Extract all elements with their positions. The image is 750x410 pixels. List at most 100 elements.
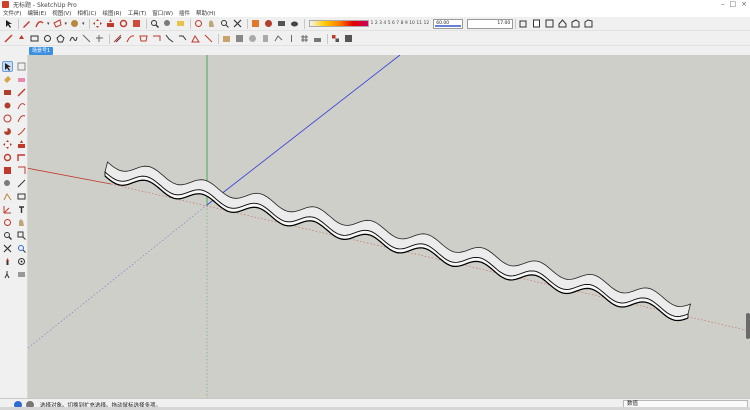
drawing-viewport[interactable] — [28, 55, 750, 398]
polygon-icon[interactable] — [55, 33, 66, 44]
scale-icon[interactable] — [151, 33, 162, 44]
pan-icon[interactable] — [16, 217, 27, 228]
pie-icon[interactable] — [2, 126, 13, 137]
axes-icon[interactable] — [2, 204, 13, 215]
pan-icon[interactable] — [206, 18, 217, 29]
zoom-icon[interactable] — [149, 18, 160, 29]
texture-icon[interactable] — [330, 33, 341, 44]
section-icon[interactable] — [81, 33, 92, 44]
menu-window[interactable]: 窗口(W) — [152, 9, 173, 17]
zoom-icon[interactable] — [2, 230, 13, 241]
zoom-window-icon[interactable] — [16, 230, 27, 241]
make-component-icon[interactable] — [16, 61, 27, 72]
left-view-icon[interactable] — [583, 18, 594, 29]
previous-view-icon[interactable] — [16, 243, 27, 254]
styles-icon[interactable] — [276, 18, 287, 29]
move-icon[interactable] — [92, 18, 103, 29]
polygon-icon[interactable] — [2, 113, 13, 124]
house-icon[interactable] — [557, 18, 568, 29]
sandbox-icon[interactable] — [273, 33, 284, 44]
value-end-field[interactable]: 17.00 — [467, 18, 514, 29]
rotate-icon[interactable] — [118, 18, 129, 29]
chevron-down-icon[interactable]: ▾ — [82, 21, 85, 27]
rectangle-tool-icon[interactable] — [2, 87, 13, 98]
orbit-icon[interactable] — [193, 18, 204, 29]
intersect-icon[interactable] — [94, 33, 105, 44]
menu-camera[interactable]: 相机(C) — [77, 9, 96, 17]
circle-icon[interactable] — [42, 33, 53, 44]
rotate-icon[interactable] — [2, 152, 13, 163]
pencil-icon[interactable] — [16, 87, 27, 98]
push-pull-icon[interactable] — [16, 139, 27, 150]
arc-2point-icon[interactable] — [16, 126, 27, 137]
side-scroll-handle[interactable] — [746, 313, 750, 339]
paint-bucket-icon[interactable] — [69, 18, 80, 29]
circle-tool-icon[interactable] — [2, 100, 13, 111]
top-view-icon[interactable] — [531, 18, 542, 29]
back-view-icon[interactable] — [570, 18, 581, 29]
stamp-icon[interactable] — [312, 33, 323, 44]
bend-icon[interactable] — [164, 33, 175, 44]
arrow-diagonal-icon[interactable] — [203, 33, 214, 44]
look-around-icon[interactable] — [16, 256, 27, 267]
move-icon[interactable] — [2, 139, 13, 150]
arc-icon[interactable] — [34, 18, 45, 29]
section-plane-icon[interactable] — [16, 269, 27, 280]
chevron-down-icon[interactable]: ▾ — [65, 21, 68, 27]
pencil-icon[interactable] — [21, 18, 32, 29]
offset-icon[interactable] — [177, 33, 188, 44]
arrow-up-icon[interactable] — [16, 33, 27, 44]
paint-bucket-icon[interactable] — [2, 74, 13, 85]
tape-measure-icon[interactable] — [162, 18, 173, 29]
chevron-down-icon[interactable]: ▾ — [47, 21, 50, 27]
arc-icon[interactable] — [16, 100, 27, 111]
text-icon[interactable] — [175, 18, 186, 29]
box-icon[interactable] — [221, 33, 232, 44]
shape-icon[interactable] — [52, 18, 63, 29]
cube-icon[interactable] — [234, 33, 245, 44]
components-icon[interactable] — [250, 18, 261, 29]
shape-outline-icon[interactable] — [138, 33, 149, 44]
zoom-extents-icon[interactable] — [232, 18, 243, 29]
pin-icon[interactable] — [286, 33, 297, 44]
menu-file[interactable]: 文件(F) — [3, 9, 21, 17]
menu-plugins[interactable]: 插件 — [179, 9, 190, 17]
offset-icon[interactable] — [16, 165, 27, 176]
menu-help[interactable]: 帮助(H) — [196, 9, 215, 17]
sphere-icon[interactable] — [247, 33, 258, 44]
3d-scene[interactable] — [28, 55, 750, 398]
freehand-icon[interactable] — [16, 113, 27, 124]
zoom-window-icon[interactable] — [219, 18, 230, 29]
orbit-icon[interactable] — [2, 217, 13, 228]
3d-text-icon[interactable] — [16, 204, 27, 215]
menu-draw[interactable]: 绘图(R) — [102, 9, 121, 17]
scene-tab-1[interactable]: 场景号1 — [29, 47, 54, 55]
line-tool-icon[interactable] — [3, 33, 14, 44]
wavy-strip-model[interactable] — [104, 161, 692, 322]
zoom-extents-icon[interactable] — [2, 243, 13, 254]
menu-tools[interactable]: 工具(T) — [128, 9, 147, 17]
follow-me-icon[interactable] — [131, 18, 142, 29]
close-button[interactable]: × — [741, 0, 747, 8]
minimize-button[interactable]: – — [721, 0, 725, 8]
scale-icon[interactable] — [2, 165, 13, 176]
push-pull-icon[interactable] — [105, 18, 116, 29]
select-icon[interactable] — [3, 18, 14, 29]
maximize-button[interactable]: □ — [730, 0, 737, 8]
follow-me-icon[interactable] — [16, 152, 27, 163]
photo-match-icon[interactable] — [343, 33, 354, 44]
dimension-icon[interactable] — [16, 178, 27, 189]
text-icon[interactable] — [16, 191, 27, 202]
flip-icon[interactable] — [190, 33, 201, 44]
curve-icon[interactable] — [125, 33, 136, 44]
value-field[interactable]: 60.00 — [433, 18, 464, 29]
cylinder-icon[interactable] — [260, 33, 271, 44]
tape-measure-icon[interactable] — [2, 178, 13, 189]
menu-view[interactable]: 视图(V) — [52, 9, 71, 17]
shadow-icon[interactable] — [289, 18, 300, 29]
protractor-icon[interactable] — [2, 191, 13, 202]
front-view-icon[interactable] — [544, 18, 555, 29]
walk-icon[interactable] — [2, 269, 13, 280]
grid-icon[interactable] — [299, 33, 310, 44]
materials-icon[interactable] — [263, 18, 274, 29]
